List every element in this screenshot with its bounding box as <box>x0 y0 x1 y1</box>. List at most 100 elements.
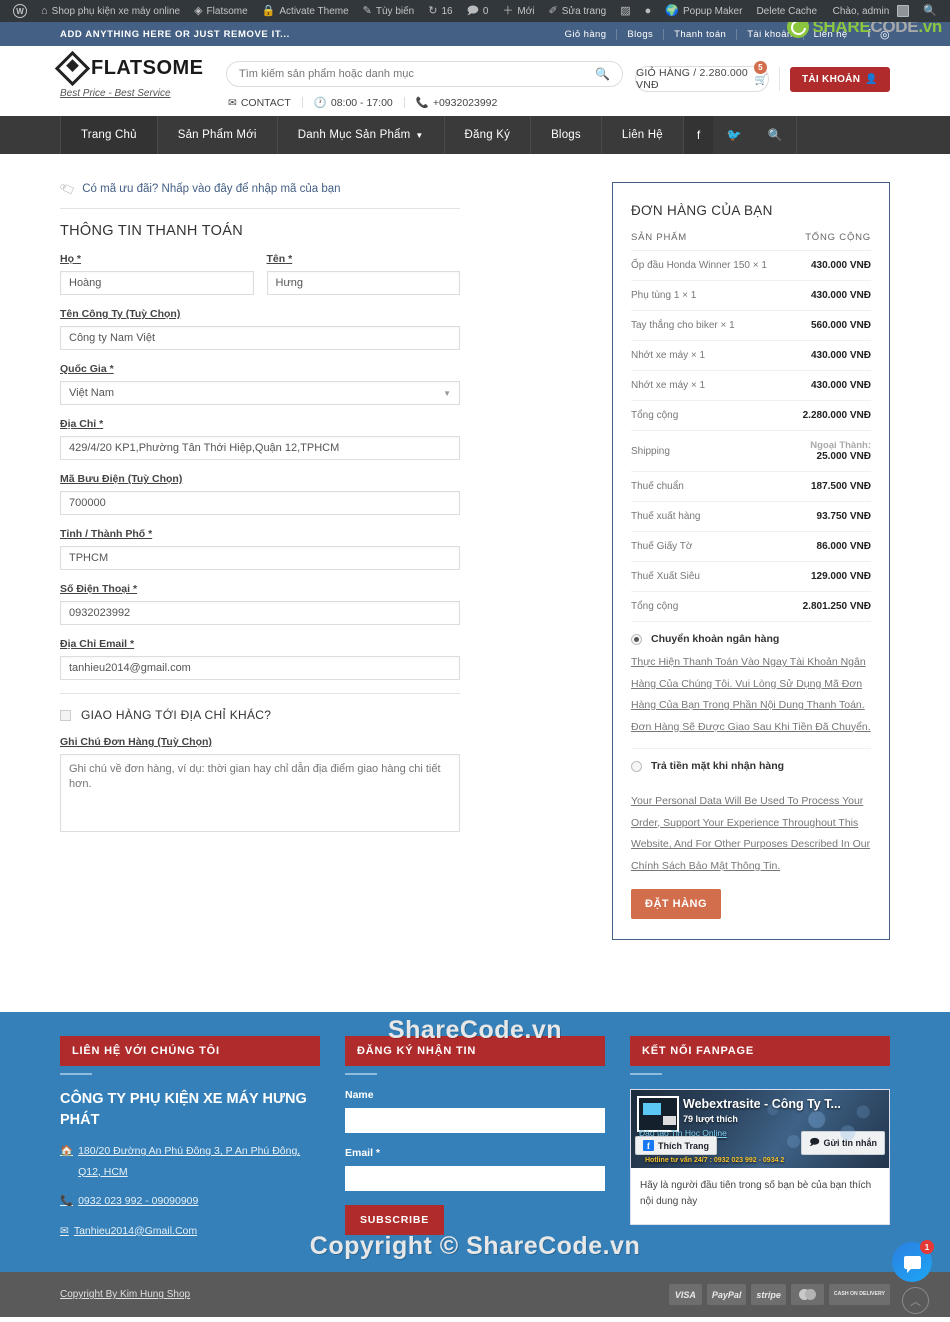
adminbar-my-account[interactable]: Chào, admin <box>826 0 917 22</box>
chat-widget-button[interactable]: 1 <box>892 1240 934 1282</box>
city-input[interactable] <box>60 546 460 570</box>
table-row: Ốp đầu Honda Winner 150 × 1 430.000 VNĐ <box>631 250 871 281</box>
first-name-input[interactable] <box>266 271 460 295</box>
adminbar-status-dot[interactable]: ● <box>638 0 659 22</box>
privacy-policy-text[interactable]: Your Personal Data Will Be Used To Proce… <box>631 791 871 877</box>
footer-address[interactable]: 🏠 180/20 Đường An Phú Đông 3, P An Phú Đ… <box>60 1141 320 1182</box>
field-phone: Số Điện Thoại * <box>60 583 460 625</box>
adminbar-search[interactable]: 🔍 <box>916 0 944 22</box>
address-input[interactable] <box>60 436 460 460</box>
adminbar-customize[interactable]: ✎ Tùy biến <box>356 0 422 22</box>
nav-item-blogs[interactable]: Blogs <box>531 116 602 154</box>
adminbar-greeting: Chào, admin <box>832 5 890 17</box>
topbar-link-checkout[interactable]: Thanh toán <box>664 28 738 40</box>
adminbar-customize-label: Tùy biến <box>375 5 415 17</box>
field-label: Địa Chỉ * <box>60 418 460 430</box>
footer-phone[interactable]: 📞 0932 023 992 - 09090909 <box>60 1191 320 1211</box>
nav-label: Danh Mục Sản Phẩm <box>297 129 411 141</box>
newsletter-email-input[interactable] <box>345 1166 605 1192</box>
ship-different-checkbox[interactable] <box>60 709 71 721</box>
adminbar-edit-page[interactable]: ✐ Sửa trang <box>541 0 613 22</box>
field-email: Địa Chỉ Email * <box>60 638 460 680</box>
search-input[interactable] <box>239 68 596 80</box>
label-text: Tỉnh / Thành Phố <box>60 528 146 540</box>
logo-word: FLATSOME <box>91 57 204 79</box>
adminbar-popup-maker[interactable]: 🌍 Popup Maker <box>658 0 749 22</box>
copyright-text[interactable]: Copyright By Kim Hung Shop <box>60 1289 190 1300</box>
message-icon: 🗩 <box>809 1137 820 1148</box>
adminbar-new[interactable]: ＋ Mới <box>495 0 541 22</box>
payment-methods: VISA PayPal stripe CASH ON DELIVERY <box>668 1284 890 1306</box>
back-to-top-button[interactable]: ︿ <box>902 1287 929 1314</box>
order-notes-textarea[interactable] <box>60 754 460 832</box>
radio-cash-on-delivery[interactable] <box>631 760 642 772</box>
search-bar[interactable]: 🔍 <box>226 61 623 87</box>
cart-button[interactable]: GIỎ HÀNG / 2.280.000 VNĐ 🛒 5 <box>635 61 769 92</box>
facebook-icon[interactable]: f <box>683 116 714 154</box>
site-logo-block[interactable]: FLATSOME Best Price - Best Service <box>54 50 210 99</box>
radio-bank-transfer[interactable] <box>631 633 642 645</box>
nav-item-home[interactable]: Trang Chủ <box>60 116 158 154</box>
facebook-message-label: Gửi tin nhắn <box>823 1138 877 1149</box>
account-button[interactable]: TÀI KHOẢN 👤 <box>789 66 890 92</box>
country-select[interactable]: Việt Nam ▼ <box>60 381 460 405</box>
subtotal-label: Tổng cộng <box>631 400 791 431</box>
comment-icon: 🗩 <box>466 4 479 17</box>
header-contact[interactable]: ✉ CONTACT <box>226 97 302 109</box>
footer-email[interactable]: ✉ Tanhieu2014@Gmail.Com <box>60 1221 320 1241</box>
home-icon: ⌂ <box>41 4 48 17</box>
visa-icon: VISA <box>668 1284 702 1306</box>
postcode-input[interactable] <box>60 491 460 515</box>
table-row-grandtotal: Tổng cộng 2.801.250 VNĐ <box>631 591 871 622</box>
phone-input[interactable] <box>60 601 460 625</box>
adminbar-plugin[interactable]: ▨ <box>613 0 637 22</box>
ship-to-different-address[interactable]: GIAO HÀNG TỚI ĐỊA CHỈ KHÁC? <box>60 693 460 722</box>
tax-amount: 129.000 VNĐ <box>790 561 871 592</box>
twitter-icon[interactable]: 🐦 <box>713 116 754 154</box>
company-input[interactable] <box>60 326 460 350</box>
payment-option-cod[interactable]: Trả tiền mặt khi nhận hàng <box>631 749 871 779</box>
nav-item-contact[interactable]: Liên Hệ <box>602 116 684 154</box>
facebook-message-button[interactable]: 🗩 Gửi tin nhắn <box>801 1131 885 1156</box>
avatar <box>897 5 910 17</box>
adminbar-delete-cache[interactable]: Delete Cache <box>749 0 824 22</box>
adminbar-new-label: Mới <box>517 5 535 17</box>
topbar-link-blogs[interactable]: Blogs <box>617 28 665 40</box>
col-product: SẢN PHẨM <box>631 232 791 251</box>
footer-column-contact: LIÊN HỆ VỚI CHÚNG TÔI CÔNG TY PHỤ KIỆN X… <box>60 1036 320 1250</box>
last-name-input[interactable] <box>60 271 254 295</box>
nav-inner: Trang Chủ Sản Phẩm Mới Danh Mục Sản Phẩm… <box>60 116 890 154</box>
adminbar-flatsome[interactable]: ◈ Flatsome <box>187 0 255 22</box>
facebook-like-button[interactable]: f Thích Trang <box>635 1136 718 1156</box>
coupon-link[interactable]: Có mã ưu đãi? Nhấp vào đây để nhập mã củ… <box>82 183 340 195</box>
footer-heading-contact: LIÊN HỆ VỚI CHÚNG TÔI <box>60 1036 320 1067</box>
adminbar-site-name[interactable]: ⌂ Shop phụ kiện xe máy online <box>34 0 187 22</box>
facebook-hotline: Hotline tư vấn 24/7 : 0932 023 992 - 093… <box>645 1157 785 1165</box>
newsletter-name-input[interactable] <box>345 1108 605 1134</box>
facebook-widget-body: Hãy là người đầu tiên trong số bạn bè củ… <box>640 1180 872 1208</box>
header-hours: 🕐 08:00 - 17:00 <box>303 96 404 110</box>
product-amount: 430.000 VNĐ <box>790 250 871 281</box>
place-order-button[interactable]: ĐẶT HÀNG <box>631 889 722 920</box>
adminbar-comments[interactable]: 🗩 0 <box>460 0 496 22</box>
payment-option-bank[interactable]: Chuyển khoản ngân hàng <box>631 622 871 652</box>
table-row-tax: Thuế xuất hàng 93.750 VNĐ <box>631 501 871 532</box>
adminbar-activate-theme[interactable]: 🔒 Activate Theme <box>255 0 356 22</box>
adminbar-updates[interactable]: ↻ 16 <box>421 0 459 22</box>
nav-item-categories[interactable]: Danh Mục Sản Phẩm ▼ <box>278 116 445 154</box>
coupon-notice[interactable]: 🏷 Có mã ưu đãi? Nhấp vào đây để nhập mã … <box>58 180 460 209</box>
email-input[interactable] <box>60 656 460 680</box>
header-phone[interactable]: 📞 +0932023992 <box>405 96 509 110</box>
home-icon: 🏠 <box>60 1145 74 1158</box>
search-icon[interactable]: 🔍 <box>755 116 796 154</box>
topbar-link-cart[interactable]: Giỏ hàng <box>555 28 618 40</box>
adminbar-wordpress-logo[interactable] <box>6 0 34 22</box>
nav-item-register[interactable]: Đăng Ký <box>445 116 532 154</box>
search-icon[interactable]: 🔍 <box>595 67 610 81</box>
subscribe-button[interactable]: SUBSCRIBE <box>345 1205 445 1236</box>
table-row: Phụ tùng 1 × 1 430.000 VNĐ <box>631 280 871 311</box>
product-amount: 560.000 VNĐ <box>790 310 871 341</box>
product-amount: 430.000 VNĐ <box>790 280 871 311</box>
nav-item-new-products[interactable]: Sản Phẩm Mới <box>158 116 278 154</box>
order-header-row: SẢN PHẨM TỔNG CỘNG <box>631 232 871 251</box>
